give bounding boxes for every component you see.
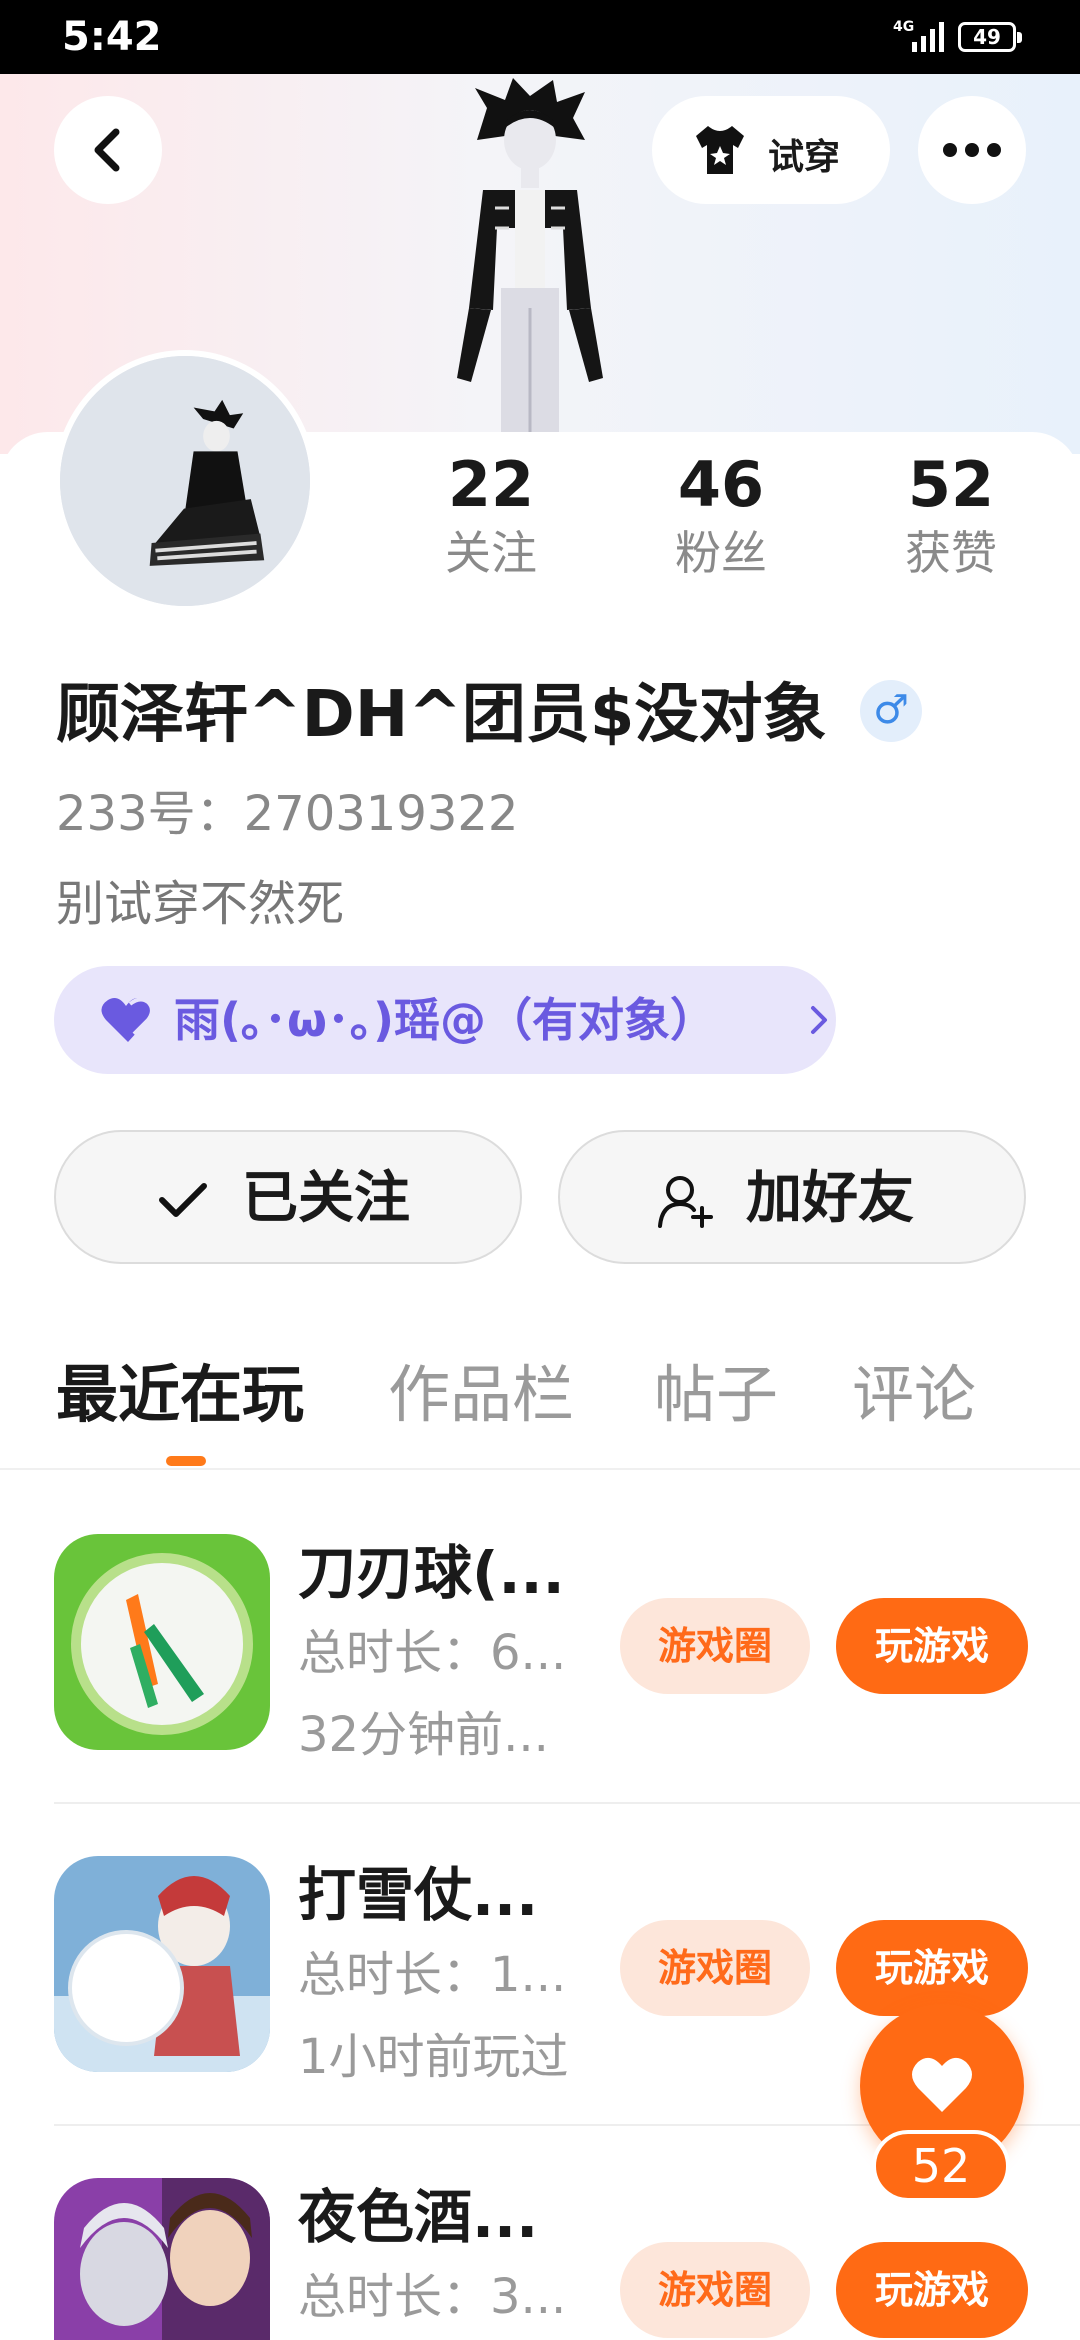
- stat-following-label: 关注: [445, 526, 537, 580]
- game-duration: 总时长：6...: [298, 1625, 567, 1681]
- stat-likes[interactable]: 52 获赞: [866, 450, 1036, 586]
- cp-label: 雨(｡･ω･｡)瑶@（有对象）: [174, 993, 717, 1047]
- cp-relationship-tag[interactable]: 雨(｡･ω･｡)瑶@（有对象）: [54, 966, 836, 1074]
- status-time: 5:42: [62, 14, 162, 60]
- followed-button[interactable]: 已关注: [54, 1130, 522, 1264]
- game-duration: 总时长：3...: [298, 2269, 567, 2325]
- battery-level: 49: [973, 25, 1001, 49]
- back-button[interactable]: [54, 96, 162, 204]
- stat-likes-label: 获赞: [905, 526, 997, 580]
- game-icon: [54, 2178, 270, 2340]
- status-bar: 5:42 4G 49: [0, 0, 1080, 74]
- tshirt-icon: [696, 126, 744, 174]
- game-name: 夜色酒...: [298, 2183, 539, 2251]
- add-friend-label: 加好友: [746, 1166, 914, 1231]
- stat-followers-value: 46: [677, 448, 765, 521]
- chevron-left-icon: [94, 128, 120, 172]
- user-id[interactable]: 233号：270319322: [56, 782, 518, 846]
- list-item[interactable]: 刀刃球(... 总时长：6... 32分钟前... 游戏圈 玩游戏: [0, 1534, 1080, 1856]
- play-game-button[interactable]: 玩游戏: [836, 1598, 1028, 1694]
- try-on-label: 试穿: [768, 137, 841, 178]
- tab-recently-played[interactable]: 最近在玩: [56, 1350, 304, 1440]
- add-user-icon: [658, 1176, 713, 1228]
- tab-indicator: [166, 1456, 206, 1466]
- tab-works[interactable]: 作品栏: [388, 1350, 574, 1440]
- game-icon: [54, 1534, 270, 1750]
- add-friend-button[interactable]: 加好友: [558, 1130, 1026, 1264]
- user-avatar[interactable]: [54, 350, 316, 612]
- try-on-button[interactable]: 试穿: [652, 96, 890, 204]
- game-last-played: 32分钟前...: [298, 1707, 549, 1763]
- battery-icon: 49: [958, 22, 1022, 52]
- stat-following-value: 22: [447, 448, 535, 521]
- game-duration: 总时长：1...: [298, 1947, 567, 2003]
- signal-icon: [912, 22, 944, 52]
- game-circle-button[interactable]: 游戏圈: [620, 1920, 810, 2016]
- game-name: 刀刃球(...: [298, 1539, 565, 1607]
- chevron-right-icon: [811, 1006, 827, 1034]
- blade-ball-icon: [54, 1534, 270, 1750]
- game-circle-button[interactable]: 游戏圈: [620, 2242, 810, 2338]
- more-icon: [943, 143, 1001, 157]
- user-bio: 别试穿不然死: [56, 876, 345, 932]
- tab-comments[interactable]: 评论: [852, 1350, 976, 1440]
- game-name: 打雪仗...: [298, 1861, 539, 1929]
- play-game-button[interactable]: 玩游戏: [836, 1920, 1028, 2016]
- heart-icon: [912, 2057, 972, 2112]
- stat-likes-value: 52: [907, 448, 995, 521]
- stat-followers[interactable]: 46 粉丝: [636, 450, 806, 586]
- list-item[interactable]: 夜色酒... 总时长：3... 游戏圈 玩游戏: [0, 2178, 1080, 2340]
- avatar-image: [60, 356, 310, 606]
- heart-icon: [101, 997, 154, 1042]
- night-bar-game-icon: [54, 2178, 270, 2340]
- avatar-figure-image: [457, 78, 603, 438]
- tab-posts[interactable]: 帖子: [654, 1350, 778, 1440]
- play-game-button[interactable]: 玩游戏: [836, 2242, 1028, 2338]
- snowball-game-icon: [54, 1856, 270, 2072]
- divider: [0, 1468, 1080, 1470]
- game-icon: [54, 1856, 270, 2072]
- game-circle-button[interactable]: 游戏圈: [620, 1598, 810, 1694]
- nickname: 顾泽轩^DH^团员$没对象: [56, 678, 827, 752]
- divider: [54, 1802, 1080, 1804]
- followed-label: 已关注: [242, 1166, 410, 1231]
- male-gender-icon: ♂: [860, 680, 922, 742]
- more-button[interactable]: [918, 96, 1026, 204]
- stat-followers-label: 粉丝: [675, 526, 767, 580]
- game-last-played: 1小时前玩过: [298, 2029, 569, 2085]
- like-count-badge: 52: [872, 2130, 1010, 2202]
- check-icon: [159, 1183, 207, 1217]
- stat-following[interactable]: 22 关注: [406, 450, 576, 586]
